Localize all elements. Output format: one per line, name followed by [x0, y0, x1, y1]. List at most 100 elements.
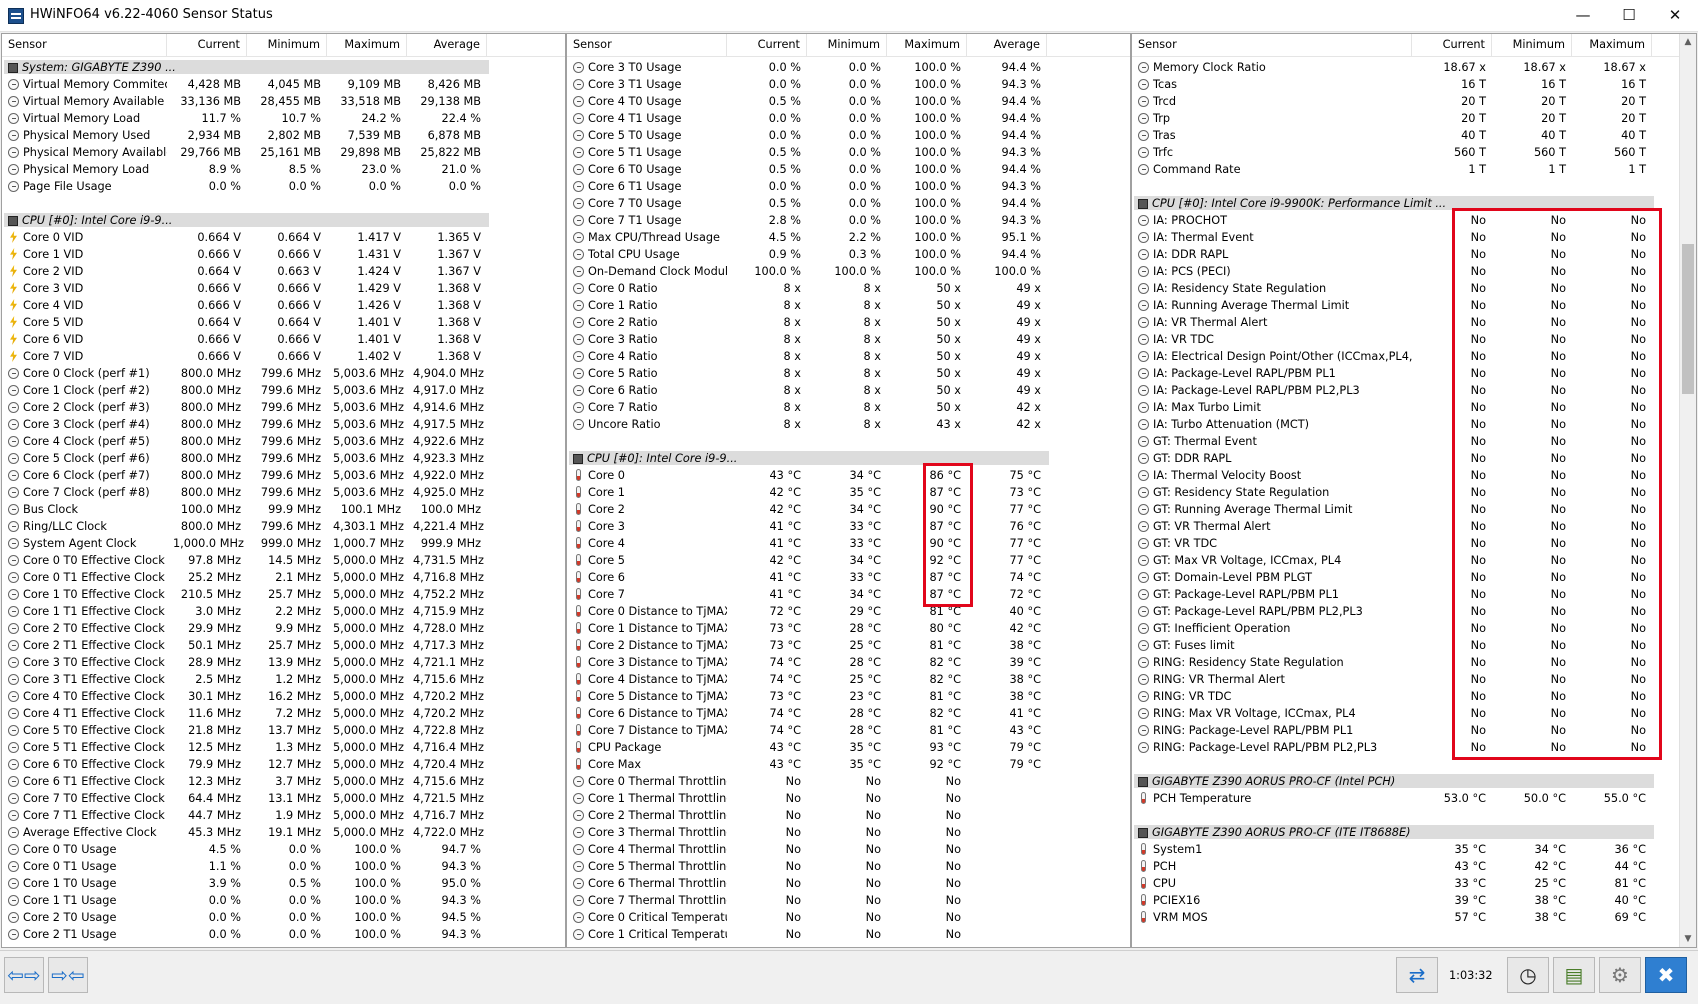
sensor-row[interactable]: Core 3 T0 Usage 0.0 % 0.0 % 100.0 % 94.4 % [567, 59, 1130, 76]
sensor-row[interactable]: Core 7 T1 Effective Clock 44.7 MHz 1.9 MHz… [2, 807, 565, 824]
column-header-current[interactable]: Current [1412, 34, 1492, 56]
sensor-row[interactable]: Core 3 Ratio 8 x 8 x 50 x 49 x [567, 331, 1130, 348]
sensor-row[interactable]: PCIEX16 39 °C 38 °C 40 °C [1132, 892, 1696, 909]
sensor-row[interactable]: Core 4 41 °C 33 °C 90 °C 77 °C [567, 535, 1130, 552]
sensor-row[interactable]: Core 7 T0 Usage 0.5 % 0.0 % 100.0 % 94.4 % [567, 195, 1130, 212]
sensor-row[interactable]: IA: VR Thermal Alert No No No [1132, 314, 1696, 331]
sensor-row[interactable]: Core 3 VID 0.666 V 0.666 V 1.429 V 1.368 V [2, 280, 565, 297]
sensor-row[interactable]: RING: Residency State Regulation No No No [1132, 654, 1696, 671]
sensor-row[interactable]: IA: Residency State Regulation No No No [1132, 280, 1696, 297]
sensor-row[interactable]: IA: Electrical Design Point/Other (ICCma… [1132, 348, 1696, 365]
sensor-row[interactable]: Core 5 Ratio 8 x 8 x 50 x 49 x [567, 365, 1130, 382]
sensor-row[interactable]: Core 2 42 °C 34 °C 90 °C 77 °C [567, 501, 1130, 518]
sensor-row[interactable]: Core 7 Clock (perf #8) 800.0 MHz 799.6 MHz… [2, 484, 565, 501]
sensor-row[interactable]: GT: DDR RAPL No No No [1132, 450, 1696, 467]
sensor-row[interactable]: Core 7 Thermal Throttling No No No [567, 892, 1130, 909]
sensor-row[interactable]: Core 6 T0 Effective Clock 79.9 MHz 12.7 MH… [2, 756, 565, 773]
sensor-row[interactable]: Core 5 T0 Usage 0.0 % 0.0 % 100.0 % 94.4 % [567, 127, 1130, 144]
sensor-row[interactable]: Core 6 Clock (perf #7) 800.0 MHz 799.6 MHz… [2, 467, 565, 484]
sensor-row[interactable]: Core 4 T1 Effective Clock 11.6 MHz 7.2 MHz… [2, 705, 565, 722]
sensor-row[interactable]: RING: VR TDC No No No [1132, 688, 1696, 705]
sensor-row[interactable]: RING: Max VR Voltage, ICCmax, PL4 No No No [1132, 705, 1696, 722]
sensor-row[interactable]: Trfc 560 T 560 T 560 T [1132, 144, 1696, 161]
sensor-row[interactable]: IA: Package-Level RAPL/PBM PL1 No No No [1132, 365, 1696, 382]
sensor-row[interactable]: Core 2 T0 Usage 0.0 % 0.0 % 100.0 % 94.5 % [2, 909, 565, 926]
sensor-row[interactable]: Core 5 T1 Usage 0.5 % 0.0 % 100.0 % 94.3 % [567, 144, 1130, 161]
column-header-current[interactable]: Current [727, 34, 807, 56]
sensor-row[interactable]: Core 5 Thermal Throttling No No No [567, 858, 1130, 875]
sensor-row[interactable]: Core 1 T0 Usage 3.9 % 0.5 % 100.0 % 95.0 % [2, 875, 565, 892]
sensor-row[interactable]: Core 1 Distance to TjMAX 73 °C 28 °C 80 °C 4… [567, 620, 1130, 637]
sensor-row[interactable]: Core 1 T0 Effective Clock 210.5 MHz 25.7 M… [2, 586, 565, 603]
sensor-row[interactable]: Core 7 T1 Usage 2.8 % 0.0 % 100.0 % 94.3 % [567, 212, 1130, 229]
sensor-row[interactable]: Core 1 T1 Usage 0.0 % 0.0 % 100.0 % 94.3 % [2, 892, 565, 909]
navigate-sensors-back-button[interactable]: ⇦⇨ [4, 957, 44, 993]
column-header-current[interactable]: Current [167, 34, 247, 56]
sensor-row[interactable]: RING: VR Thermal Alert No No No [1132, 671, 1696, 688]
column-header-minimum[interactable]: Minimum [247, 34, 327, 56]
sensor-row[interactable]: Core 0 T1 Usage 1.1 % 0.0 % 100.0 % 94.3 % [2, 858, 565, 875]
sensor-row[interactable]: Core 3 41 °C 33 °C 87 °C 76 °C [567, 518, 1130, 535]
sensor-row[interactable]: GT: Package-Level RAPL/PBM PL2,PL3 No No No [1132, 603, 1696, 620]
sensor-row[interactable]: IA: Thermal Event No No No [1132, 229, 1696, 246]
sensor-row[interactable]: Core 1 Ratio 8 x 8 x 50 x 49 x [567, 297, 1130, 314]
sensor-row[interactable]: Core 0 Critical Temperature No No No [567, 909, 1130, 926]
sensor-row[interactable]: Virtual Memory Load 11.7 % 10.7 % 24.2 % 22.… [2, 110, 565, 127]
sensor-row[interactable]: Core 7 Ratio 8 x 8 x 50 x 42 x [567, 399, 1130, 416]
sensor-row[interactable]: Core 6 Ratio 8 x 8 x 50 x 49 x [567, 382, 1130, 399]
sensor-row[interactable]: CPU 33 °C 25 °C 81 °C [1132, 875, 1696, 892]
sensor-row[interactable]: GT: Package-Level RAPL/PBM PL1 No No No [1132, 586, 1696, 603]
sensor-row[interactable]: Memory Clock Ratio 18.67 x 18.67 x 18.67 x [1132, 59, 1696, 76]
sensor-row[interactable]: Command Rate 1 T 1 T 1 T [1132, 161, 1696, 178]
sensor-row[interactable]: Core 3 Thermal Throttling No No No [567, 824, 1130, 841]
sensor-row[interactable]: Core 3 T0 Effective Clock 28.9 MHz 13.9 MH… [2, 654, 565, 671]
sensor-row[interactable]: Core 1 T1 Effective Clock 3.0 MHz 2.2 MHz 5… [2, 603, 565, 620]
sensor-row[interactable]: GT: Domain-Level PBM PLGT No No No [1132, 569, 1696, 586]
column-header-minimum[interactable]: Minimum [1492, 34, 1572, 56]
sensor-row[interactable]: PCH Temperature 53.0 °C 50.0 °C 55.0 °C [1132, 790, 1696, 807]
sensor-row[interactable]: IA: PROCHOT No No No [1132, 212, 1696, 229]
sensor-row[interactable]: Core 6 VID 0.666 V 0.666 V 1.401 V 1.368 V [2, 331, 565, 348]
scrollbar-thumb[interactable] [1682, 244, 1694, 394]
sensor-row[interactable]: Trcd 20 T 20 T 20 T [1132, 93, 1696, 110]
sensor-row[interactable]: Core 1 Critical Temperature No No No [567, 926, 1130, 943]
sensor-row[interactable]: Core 6 Thermal Throttling No No No [567, 875, 1130, 892]
sensor-row[interactable]: Virtual Memory Commited 4,428 MB 4,045 MB 9… [2, 76, 565, 93]
column-header-maximum[interactable]: Maximum [1572, 34, 1652, 56]
sensor-row[interactable]: Core 5 T0 Effective Clock 21.8 MHz 13.7 MH… [2, 722, 565, 739]
sensor-group-header[interactable]: GIGABYTE Z390 AORUS PRO-CF (Intel PCH) [1132, 773, 1696, 790]
column-header-average[interactable]: Average [407, 34, 487, 56]
sensor-row[interactable]: VRM MOS 57 °C 38 °C 69 °C [1132, 909, 1696, 926]
sensor-row[interactable]: Core 0 Distance to TjMAX 72 °C 29 °C 81 °C 4… [567, 603, 1130, 620]
sensor-row[interactable]: CPU Package 43 °C 35 °C 93 °C 79 °C [567, 739, 1130, 756]
sensor-row[interactable]: IA: Package-Level RAPL/PBM PL2,PL3 No No No [1132, 382, 1696, 399]
sensor-row[interactable]: System1 35 °C 34 °C 36 °C [1132, 841, 1696, 858]
sensor-row[interactable]: GT: VR Thermal Alert No No No [1132, 518, 1696, 535]
sensor-row[interactable]: Tcas 16 T 16 T 16 T [1132, 76, 1696, 93]
close-window-button[interactable]: ✕ [1652, 0, 1698, 31]
sensor-panel-left[interactable]: Sensor Current Minimum Maximum Average System… [1, 33, 566, 948]
sensor-row[interactable]: Core 1 Thermal Throttling No No No [567, 790, 1130, 807]
logging-button[interactable]: ▤ [1553, 957, 1595, 993]
sensor-row[interactable]: Physical Memory Load 8.9 % 8.5 % 23.0 % 21.0… [2, 161, 565, 178]
sensor-row[interactable]: Core 2 Ratio 8 x 8 x 50 x 49 x [567, 314, 1130, 331]
sensor-row[interactable]: Core 0 43 °C 34 °C 86 °C 75 °C [567, 467, 1130, 484]
sensor-row[interactable]: Core 7 T0 Effective Clock 64.4 MHz 13.1 MH… [2, 790, 565, 807]
sensor-row[interactable]: Core 0 T1 Effective Clock 25.2 MHz 2.1 MHz… [2, 569, 565, 586]
sensor-row[interactable]: Uncore Ratio 8 x 8 x 43 x 42 x [567, 416, 1130, 433]
sensor-row[interactable]: GT: Fuses limit No No No [1132, 637, 1696, 654]
sensor-group-header[interactable]: CPU [#0]: Intel Core i9-9900K: Performan… [1132, 195, 1696, 212]
sensor-row[interactable]: Core 7 41 °C 34 °C 87 °C 72 °C [567, 586, 1130, 603]
scroll-down-arrow-icon[interactable]: ▼ [1680, 931, 1696, 947]
sensor-row[interactable]: Core 4 Thermal Throttling No No No [567, 841, 1130, 858]
sensor-row[interactable]: Core 1 VID 0.666 V 0.666 V 1.431 V 1.367 V [2, 246, 565, 263]
sensor-row[interactable]: Core 4 Clock (perf #5) 800.0 MHz 799.6 MHz… [2, 433, 565, 450]
column-header-maximum[interactable]: Maximum [327, 34, 407, 56]
column-header-sensor[interactable]: Sensor [1132, 34, 1412, 56]
sensor-row[interactable]: Core 0 Ratio 8 x 8 x 50 x 49 x [567, 280, 1130, 297]
sensor-row[interactable]: Core 2 Distance to TjMAX 73 °C 25 °C 81 °C 3… [567, 637, 1130, 654]
sensor-row[interactable]: Core 0 VID 0.664 V 0.664 V 1.417 V 1.365 V [2, 229, 565, 246]
sensor-row[interactable]: IA: DDR RAPL No No No [1132, 246, 1696, 263]
sensor-row[interactable]: Core Max 43 °C 35 °C 92 °C 79 °C [567, 756, 1130, 773]
minimize-button[interactable]: — [1560, 0, 1606, 31]
